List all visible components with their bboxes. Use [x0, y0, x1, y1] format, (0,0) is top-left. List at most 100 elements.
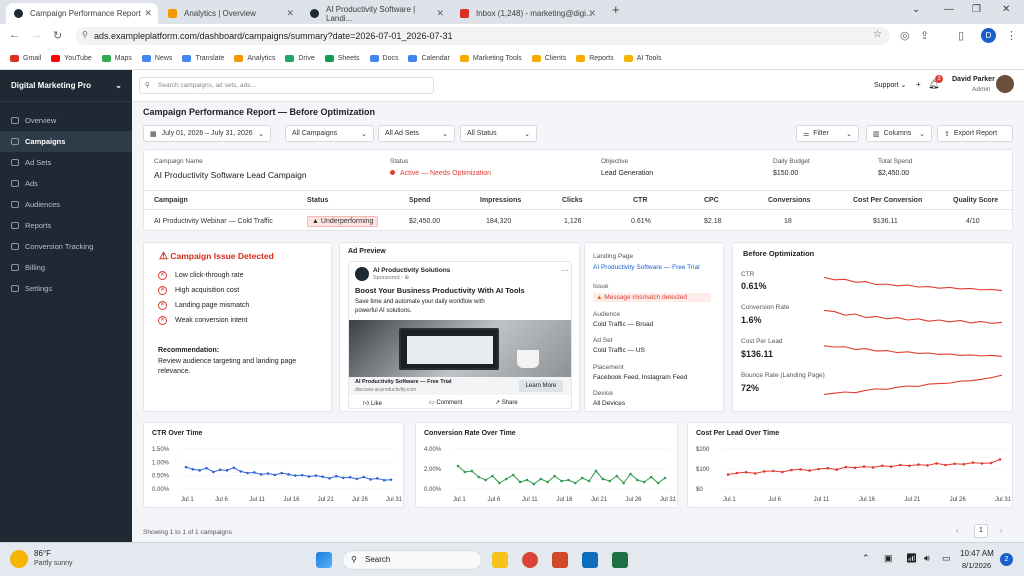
bookmark-youtube[interactable]: YouTube	[51, 55, 92, 62]
close-tab-icon[interactable]: ✕	[144, 8, 152, 19]
landing-page-link[interactable]: AI Productivity Software — Free Trial	[593, 264, 700, 271]
campaign-link[interactable]: AI Productivity Webinar — Cold Traffic	[154, 218, 273, 225]
clock-date[interactable]: 8/1/2026	[962, 561, 991, 570]
weather-sun-icon[interactable]	[10, 550, 28, 568]
tab-inbox[interactable]: Inbox (1,248) - marketing@digi... ✕	[452, 3, 602, 24]
data-point	[826, 466, 830, 470]
share-button[interactable]: ↗ Share	[495, 399, 518, 406]
clock-time[interactable]: 10:47 AM	[960, 549, 994, 558]
bookmark-marketing-tools[interactable]: Marketing Tools	[459, 55, 522, 62]
learn-more-button[interactable]: Learn More	[519, 380, 563, 392]
bookmark-clients[interactable]: Clients	[531, 55, 566, 62]
profile-avatar[interactable]: D	[981, 28, 996, 43]
data-point	[580, 476, 584, 480]
tab-search-chevron-icon[interactable]: ⌄	[912, 4, 920, 15]
search-input[interactable]: ⚲ Search campaigns, ad sets, ads...	[139, 77, 434, 94]
bookmark-calendar[interactable]: Calendar	[408, 55, 450, 62]
like-button[interactable]: 👍︎ Like	[363, 399, 382, 407]
ad-brand: AI Productivity Solutions	[373, 267, 451, 274]
sidebar-item-settings[interactable]: Settings	[0, 278, 132, 299]
sidebar-item-audiences[interactable]: Audiences	[0, 194, 132, 215]
columns-button[interactable]: ▥ Columns ⌄	[866, 125, 932, 142]
status-select[interactable]: All Status ⌄	[460, 125, 537, 142]
reload-icon[interactable]: ↻	[53, 29, 62, 42]
ctr-chart-card: CTR Over Time 1.50% 1.00% 0.50% 0.00% Jul 1 J…	[143, 422, 404, 508]
sidebar-item-ads[interactable]: Ads	[0, 173, 132, 194]
bookmark-translate[interactable]: Translate	[182, 55, 224, 62]
powerpoint-icon[interactable]	[552, 552, 568, 568]
tab-landing-page[interactable]: AI Productivity Software | Landi... ✕	[302, 3, 450, 24]
tab-campaign-report[interactable]: Campaign Performance Report ✕	[6, 3, 158, 24]
url-input[interactable]: ⚲ ads.exampleplatform.com/dashboard/camp…	[76, 27, 890, 45]
bookmark-drive[interactable]: Drive	[285, 55, 315, 62]
search-icon: ⚲	[351, 555, 357, 564]
outlook-icon[interactable]	[582, 552, 598, 568]
data-point	[532, 482, 536, 486]
maximize-button[interactable]: ❐	[972, 4, 981, 15]
taskbar-search[interactable]: ⚲ Search	[342, 550, 482, 570]
excel-icon[interactable]	[612, 552, 628, 568]
sidebar-item-overview[interactable]: Overview	[0, 110, 132, 131]
file-explorer-icon[interactable]	[492, 552, 508, 568]
tab-analytics[interactable]: Analytics | Overview ✕	[160, 3, 300, 24]
support-menu[interactable]: Support ⌄	[874, 81, 906, 89]
share-icon[interactable]: ⇪	[920, 29, 929, 42]
filter-button[interactable]: ⚌ Filter ⌄	[796, 125, 859, 142]
x-tick-label: Jul 21	[904, 497, 921, 503]
bookmark-star-icon[interactable]: ☆	[873, 29, 882, 40]
next-page-button[interactable]: ›	[1000, 526, 1003, 535]
browser-menu-icon[interactable]: ⋮	[1006, 29, 1017, 42]
tray-app-icon[interactable]: ▣	[884, 553, 893, 564]
chrome-icon[interactable]	[522, 552, 538, 568]
sidebar-item-reports[interactable]: Reports	[0, 215, 132, 236]
site-favicon-icon	[310, 9, 319, 18]
bookmark-docs[interactable]: Docs	[369, 55, 398, 62]
bookmark-ai-tools[interactable]: AI Tools	[623, 55, 662, 62]
avatar[interactable]	[996, 75, 1014, 93]
adsets-select[interactable]: All Ad Sets ⌄	[378, 125, 455, 142]
bookmark-gmail[interactable]: Gmail	[10, 55, 41, 62]
ad-preview-card: Ad Preview AI Productivity Solutions Spo…	[339, 242, 580, 412]
extension-icon[interactable]: ◎	[900, 29, 910, 42]
export-report-button[interactable]: ⇪ Export Report	[937, 125, 1013, 142]
sidebar-item-billing[interactable]: Billing	[0, 257, 132, 278]
wifi-icon[interactable]: 📶︎	[906, 553, 917, 564]
close-tab-icon[interactable]: ✕	[588, 8, 596, 19]
prev-page-button[interactable]: ‹	[956, 526, 959, 535]
tray-chevron-icon[interactable]: ⌃	[862, 553, 870, 564]
data-point	[300, 473, 304, 477]
date-range-picker[interactable]: ▦ July 01, 2026 – July 31, 2026 ⌄	[143, 125, 271, 142]
campaigns-select[interactable]: All Campaigns ⌄	[285, 125, 374, 142]
close-window-button[interactable]: ✕	[1002, 4, 1010, 15]
more-icon[interactable]: ⋯	[561, 266, 569, 275]
x-tick-label: Jul 11	[814, 497, 830, 503]
bookmark-news[interactable]: News	[141, 55, 172, 62]
sidebar-item-conversion-tracking[interactable]: Conversion Tracking	[0, 236, 132, 257]
top-bar: ⚲ Search campaigns, ad sets, ads... Supp…	[132, 70, 1024, 102]
page-number-button[interactable]: 1	[974, 524, 988, 538]
back-arrow-icon[interactable]: ←	[9, 29, 20, 41]
bookmark-analytics[interactable]: Analytics	[234, 55, 275, 62]
notification-count-badge[interactable]: 2	[1000, 553, 1013, 566]
objective-value: Lead Generation	[601, 170, 654, 177]
analytics-favicon-icon	[168, 9, 177, 18]
bookmark-reports[interactable]: Reports	[576, 55, 614, 62]
minimize-button[interactable]: —	[944, 4, 954, 15]
close-tab-icon[interactable]: ✕	[436, 8, 444, 19]
data-point	[799, 468, 802, 471]
forward-arrow-icon[interactable]: →	[31, 29, 42, 41]
comment-button[interactable]: ▭ Comment	[429, 399, 462, 406]
sidepanel-icon[interactable]: ▯	[958, 29, 964, 42]
bookmark-maps[interactable]: Maps	[101, 55, 132, 62]
sidebar-item-campaigns[interactable]: Campaigns	[0, 131, 132, 152]
volume-icon[interactable]: 🔊︎	[924, 553, 930, 564]
windows-start-icon[interactable]	[316, 552, 332, 568]
site-info-icon[interactable]: ⚲	[82, 30, 88, 39]
new-tab-button[interactable]: +	[612, 2, 620, 17]
add-icon[interactable]: +	[916, 80, 921, 89]
battery-icon[interactable]: ▭	[942, 553, 951, 564]
bookmark-sheets[interactable]: Sheets	[324, 55, 360, 62]
sidebar-item-ad-sets[interactable]: Ad Sets	[0, 152, 132, 173]
close-tab-icon[interactable]: ✕	[286, 8, 294, 19]
brand-switcher[interactable]: Digital Marketing Pro ⌄	[0, 70, 132, 102]
